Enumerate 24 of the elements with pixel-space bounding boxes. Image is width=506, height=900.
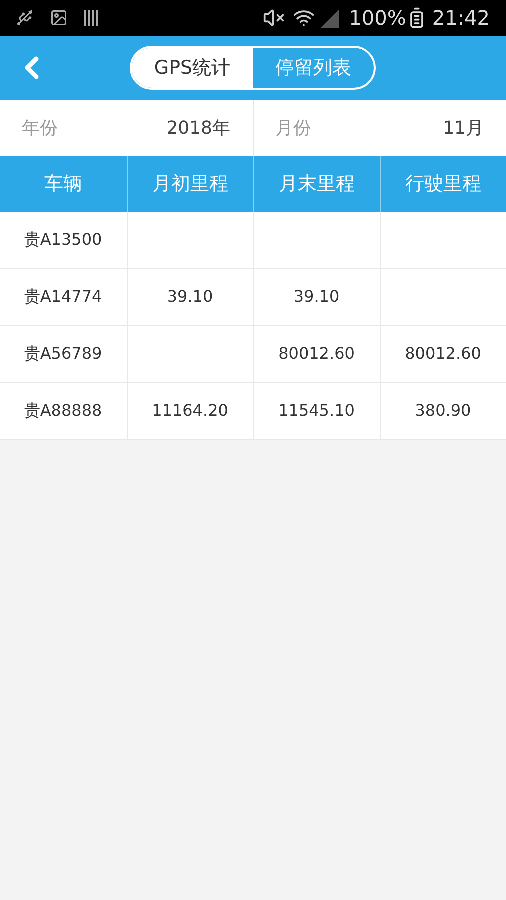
- table-cell-text: 39.10: [167, 286, 214, 308]
- filter-field[interactable]: 月份 11月: [254, 100, 506, 156]
- tab[interactable]: GPS统计: [132, 48, 253, 88]
- table-cell-text: 贵A88888: [24, 400, 102, 422]
- column-header: 车辆: [43, 172, 84, 197]
- filter-label: 月份: [276, 116, 312, 140]
- usb-icon: [16, 9, 34, 27]
- battery-text: 100%: [349, 5, 406, 32]
- table-cell-text: 380.90: [415, 400, 472, 422]
- image-icon: [50, 9, 68, 27]
- table-cell-text: 11164.20: [152, 400, 228, 422]
- filter-value: 2018年: [166, 116, 230, 140]
- barcode-icon: [84, 10, 98, 26]
- table-cell-text: 贵A14774: [24, 286, 102, 308]
- mute-icon: [263, 7, 286, 29]
- table-cell-text: 80012.60: [405, 343, 482, 365]
- table-cell-text: 贵A56789: [24, 343, 102, 365]
- filter-label: 年份: [22, 116, 58, 140]
- table-cell-text: 39.10: [294, 286, 340, 308]
- filter-value: 11月: [443, 116, 484, 140]
- table-cell-text: 11545.10: [278, 400, 355, 422]
- table-cell-text: 贵A13500: [24, 229, 102, 251]
- table-cell-text: 80012.60: [278, 343, 355, 365]
- clock: 21:42: [432, 5, 490, 32]
